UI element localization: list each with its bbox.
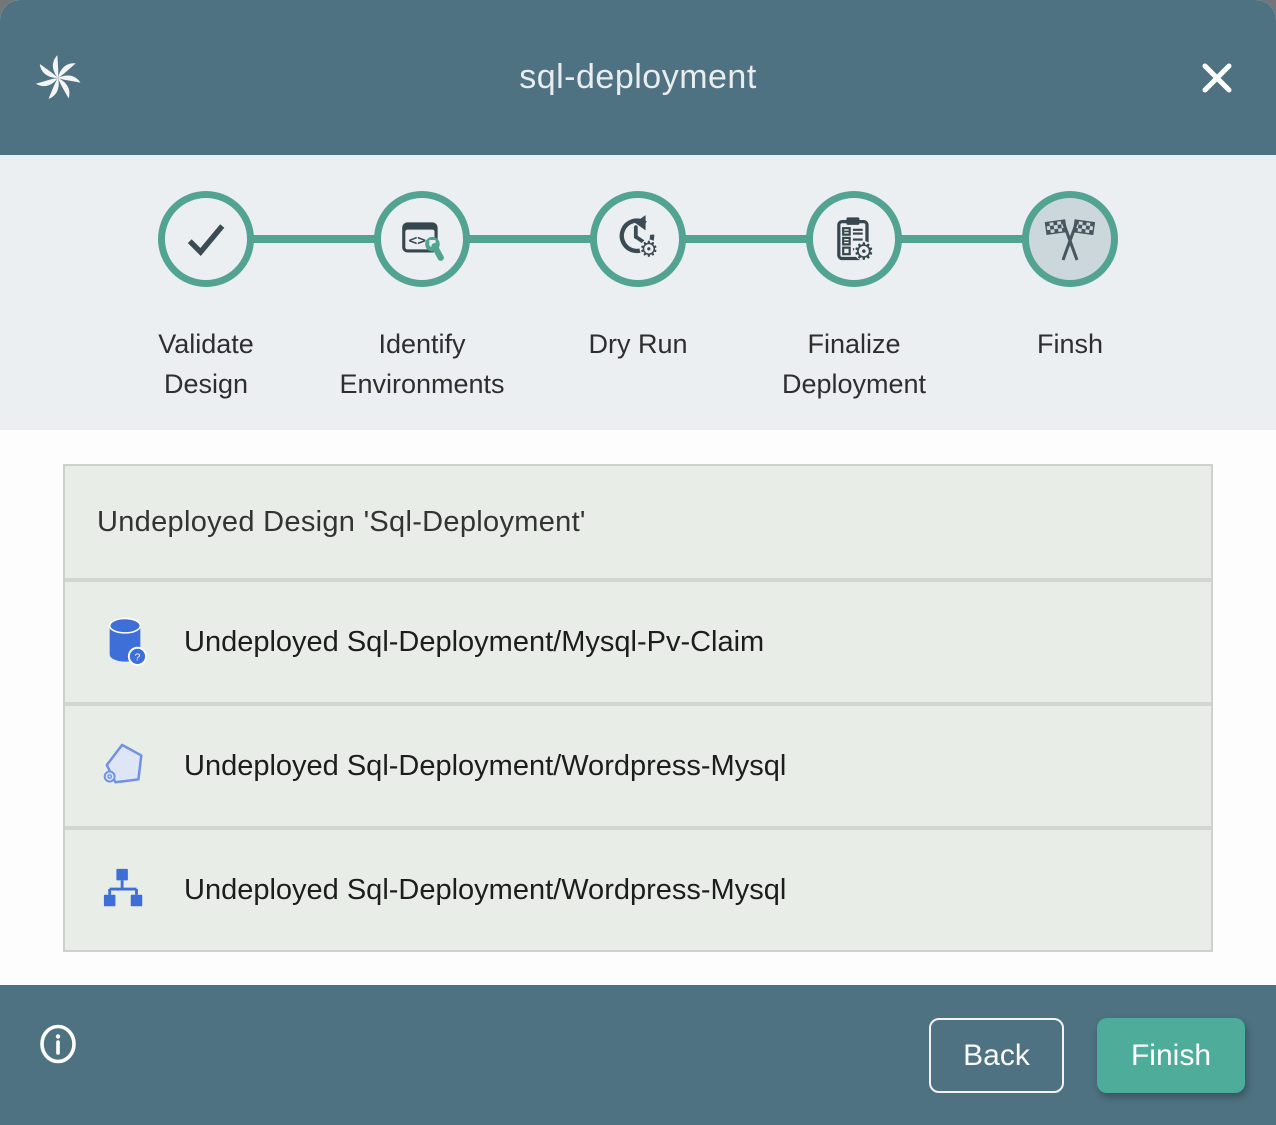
step-finish: Finsh [962, 155, 1178, 404]
step-identify-environments: <> Identify Environments [314, 155, 530, 404]
refresh-gear-icon: ⚙ [590, 191, 686, 287]
database-icon: ? [102, 614, 148, 670]
list-item: Undeployed Sql-Deployment/Wordpress-Mysq… [65, 830, 1211, 950]
list-item: ? Undeployed Sql-Deployment/Mysql-Pv-Cla… [65, 582, 1211, 702]
wizard-stepper: Validate Design <> Identify [0, 155, 1276, 430]
svg-text:<>: <> [408, 232, 426, 249]
step-label: Identify Environments [337, 324, 507, 404]
code-window-wrench-icon: <> [374, 191, 470, 287]
step-finalize-deployment: ⚙ Finalize Deployment [746, 155, 962, 404]
dialog-title: sql-deployment [519, 58, 757, 97]
dialog-footer: Back Finish [0, 985, 1276, 1125]
svg-text:?: ? [135, 652, 141, 664]
list-item: Undeployed Sql-Deployment/Wordpress-Mysq… [65, 706, 1211, 826]
clipboard-gear-icon: ⚙ [806, 191, 902, 287]
checkered-flags-icon [1022, 191, 1118, 287]
check-icon [158, 191, 254, 287]
list-item-text: Undeployed Sql-Deployment/Mysql-Pv-Claim [184, 626, 764, 659]
finish-button[interactable]: Finish [1097, 1018, 1245, 1093]
list-item-text: Undeployed Sql-Deployment/Wordpress-Mysq… [184, 750, 786, 783]
dialog-body: Undeployed Design 'Sql-Deployment' ? Und… [0, 430, 1276, 985]
svg-text:⚙: ⚙ [853, 238, 874, 265]
step-label: Dry Run [588, 324, 687, 364]
undeploy-status-list: Undeployed Design 'Sql-Deployment' ? Und… [63, 464, 1213, 952]
step-label: Validate Design [121, 324, 291, 404]
list-header-row: Undeployed Design 'Sql-Deployment' [65, 466, 1211, 578]
close-icon[interactable] [1196, 57, 1238, 99]
meshery-logo-icon [33, 53, 83, 103]
deployment-wizard-dialog: sql-deployment Validate Design [0, 0, 1276, 1125]
step-validate-design: Validate Design [98, 155, 314, 404]
svg-text:⚙: ⚙ [639, 237, 658, 262]
dialog-header: sql-deployment [0, 0, 1276, 155]
step-label: Finsh [1037, 324, 1103, 364]
hierarchy-icon [102, 862, 148, 918]
back-button[interactable]: Back [929, 1018, 1064, 1093]
step-label: Finalize Deployment [769, 324, 939, 404]
step-dry-run: ⚙ Dry Run [530, 155, 746, 404]
list-item-text: Undeployed Sql-Deployment/Wordpress-Mysq… [184, 874, 786, 907]
list-header-text: Undeployed Design 'Sql-Deployment' [97, 506, 586, 539]
info-icon[interactable] [38, 1023, 78, 1065]
pentagon-icon [102, 738, 148, 794]
